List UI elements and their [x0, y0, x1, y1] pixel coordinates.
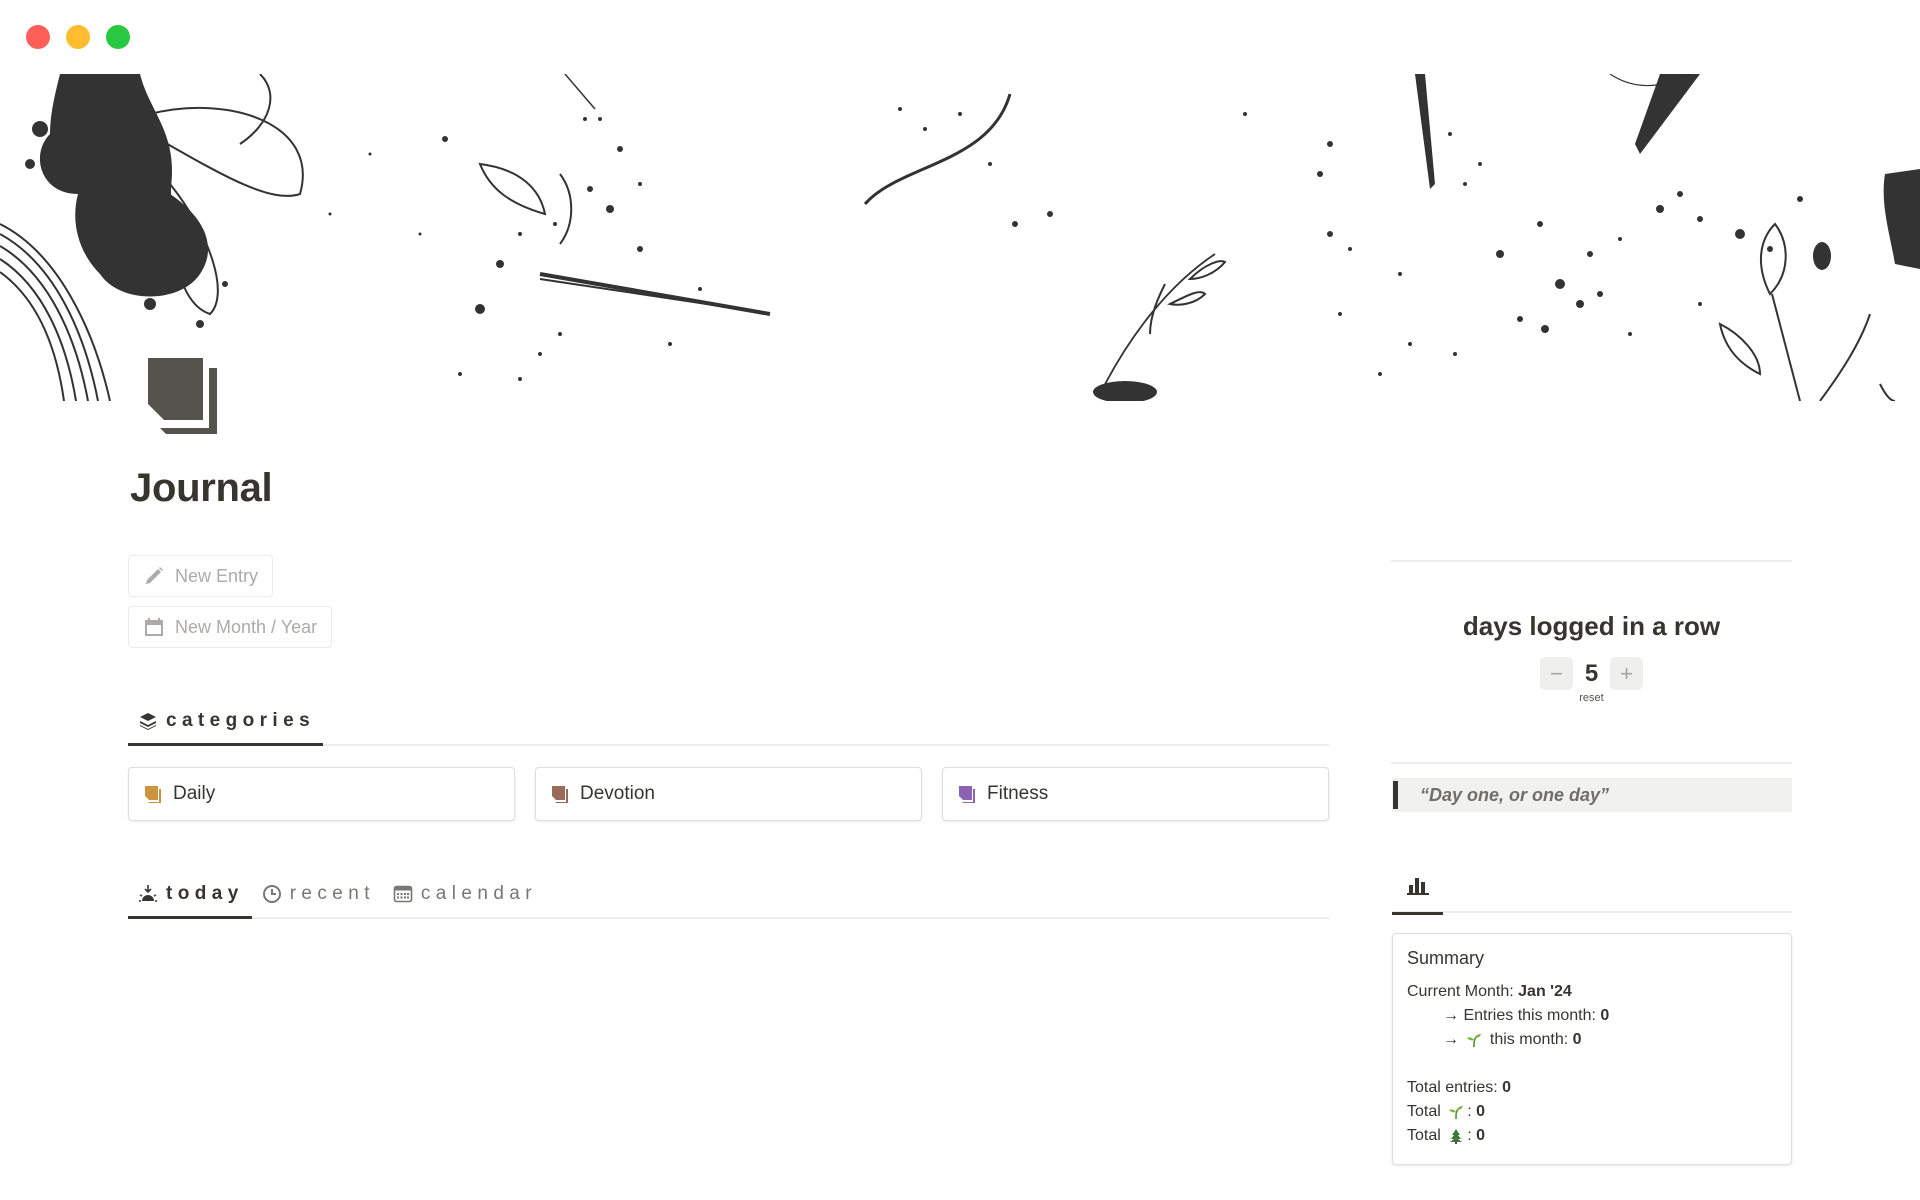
fitness-notes-icon	[959, 786, 975, 803]
tab-today-label: today	[166, 883, 244, 904]
category-card-fitness[interactable]: Fitness	[942, 767, 1329, 821]
seedling-icon	[1449, 1106, 1464, 1120]
entries-month-label: → Entries this month:	[1443, 1007, 1601, 1024]
seedling-icon	[1467, 1034, 1482, 1048]
arrow-prefix: →	[1443, 1031, 1464, 1048]
summary-callout: Summary Current Month: Jan '24 → Entries…	[1392, 933, 1792, 1165]
tab-categories-label: categories	[166, 710, 316, 731]
entries-month-value: 0	[1600, 1007, 1610, 1024]
sprouts-month-value: 0	[1572, 1031, 1582, 1048]
divider	[1391, 560, 1792, 562]
streak-title: days logged in a row	[1462, 611, 1721, 641]
new-month-year-label: New Month / Year	[175, 616, 318, 637]
streak-stepper: − 5 +	[1540, 657, 1643, 690]
quote-bar	[1393, 781, 1398, 809]
sprouts-month-label: this month:	[1485, 1031, 1573, 1048]
minus-icon: −	[1550, 660, 1563, 686]
total-sprouts-label: Total	[1407, 1103, 1446, 1120]
total-entries-label: Total entries:	[1407, 1079, 1503, 1096]
total-trees-line: Total : 0	[1407, 1124, 1777, 1148]
ink-illustration	[0, 74, 1920, 401]
category-card-devotion[interactable]: Devotion	[535, 767, 922, 821]
separator: :	[1467, 1103, 1477, 1120]
new-entry-button[interactable]: New Entry	[128, 555, 274, 597]
view-tabbar: today recent calendar	[128, 872, 1329, 919]
total-entries-line: Total entries: 0	[1407, 1076, 1777, 1100]
total-trees-label: Total	[1407, 1127, 1446, 1144]
tab-calendar[interactable]: calendar	[383, 883, 545, 917]
tab-stats[interactable]	[1392, 870, 1443, 915]
summary-title: Summary	[1407, 948, 1485, 968]
daily-notes-icon	[145, 786, 161, 803]
maximize-window-button[interactable]	[106, 25, 130, 49]
category-label: Devotion	[580, 783, 655, 804]
calendar-icon	[143, 616, 165, 638]
clock-icon	[262, 884, 282, 904]
current-month-value: Jan '24	[1518, 983, 1572, 1000]
separator: :	[1467, 1127, 1477, 1144]
total-sprouts-line: Total : 0	[1407, 1100, 1777, 1124]
tab-recent[interactable]: recent	[252, 883, 383, 917]
page-icon[interactable]	[146, 356, 222, 438]
stats-tabbar	[1392, 870, 1792, 915]
categories-tabbar: categories	[128, 696, 1329, 746]
plus-icon: +	[1620, 660, 1633, 686]
quote-block: “Day one, or one day”	[1392, 778, 1792, 812]
tab-today[interactable]: today	[128, 883, 252, 919]
category-label: Daily	[173, 783, 216, 804]
increment-button[interactable]: +	[1610, 657, 1643, 690]
calendar-grid-icon	[393, 884, 413, 904]
cover-image[interactable]	[0, 74, 1920, 401]
divider	[1391, 762, 1792, 764]
pencil-icon	[143, 565, 165, 587]
new-entry-label: New Entry	[175, 565, 259, 586]
evergreen-tree-icon	[1450, 1129, 1463, 1144]
entries-month-line: → Entries this month: 0	[1407, 1004, 1777, 1028]
total-entries-value: 0	[1502, 1079, 1512, 1096]
category-cards: Daily Devotion Fitness	[128, 767, 1329, 821]
window-controls	[26, 25, 130, 49]
tab-calendar-label: calendar	[420, 883, 537, 904]
bar-chart-icon	[1406, 878, 1429, 895]
notes-pages-icon	[148, 358, 217, 434]
devotion-notes-icon	[552, 786, 568, 803]
current-month-label: Current Month:	[1407, 983, 1519, 1000]
new-month-year-button[interactable]: New Month / Year	[128, 606, 333, 648]
layers-icon	[138, 711, 158, 731]
page-title: Journal	[130, 466, 273, 510]
decrement-button[interactable]: −	[1540, 657, 1573, 690]
tab-categories[interactable]: categories	[128, 710, 324, 746]
tab-recent-label: recent	[289, 883, 375, 904]
sunrise-icon	[138, 884, 158, 904]
total-sprouts-value: 0	[1476, 1103, 1486, 1120]
sprouts-month-line: → this month: 0	[1407, 1028, 1777, 1052]
reset-button[interactable]: reset	[1540, 692, 1643, 704]
quote-text: “Day one, or one day”	[1420, 784, 1610, 805]
category-card-daily[interactable]: Daily	[128, 767, 515, 821]
close-window-button[interactable]	[26, 25, 50, 49]
streak-count: 5	[1584, 659, 1599, 687]
category-label: Fitness	[987, 783, 1049, 804]
current-month-line: Current Month: Jan '24	[1407, 980, 1777, 1004]
total-trees-value: 0	[1476, 1127, 1486, 1144]
minimize-window-button[interactable]	[66, 25, 90, 49]
